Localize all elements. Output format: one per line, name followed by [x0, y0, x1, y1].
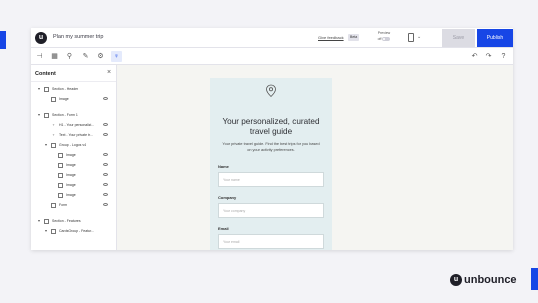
section-icon	[44, 86, 49, 92]
chevron-down-icon[interactable]: ⌄	[417, 34, 421, 40]
tree-item-label: Text - Your private tr...	[59, 133, 93, 137]
sitemap-icon[interactable]: ⚲	[64, 51, 75, 62]
brand-accent-bar-left	[0, 31, 6, 49]
help-icon[interactable]: ?	[498, 51, 509, 62]
builder-window: u Plan my summer trip Give feedback Beta…	[31, 28, 513, 250]
tree-item-h1[interactable]: T H1 - Your personalizi...	[31, 121, 116, 129]
tree-item-image[interactable]: Image	[31, 181, 116, 189]
company-label: Company	[218, 195, 237, 200]
image-icon	[58, 172, 63, 178]
tree-item-text[interactable]: T Text - Your private tr...	[31, 131, 116, 139]
chevron-down-icon[interactable]: ▾	[45, 141, 47, 149]
unbounce-logo-icon[interactable]: u	[35, 32, 47, 44]
preview-toggle[interactable]	[382, 37, 391, 42]
image-icon	[51, 96, 56, 102]
eye-icon[interactable]	[103, 133, 108, 136]
eye-icon[interactable]	[103, 203, 108, 206]
text-type-icon: T	[52, 122, 55, 127]
landing-subtitle[interactable]: Your private travel guide. Find the best…	[222, 141, 320, 153]
chevron-down-icon[interactable]: ▾	[45, 227, 47, 235]
tree-item-label: CardsGroup - Featur...	[59, 229, 95, 233]
landing-page-preview[interactable]: Your personalized, curated travel guide …	[210, 78, 332, 250]
layout-icon[interactable]: ▦	[49, 51, 60, 62]
tree-item-label: Section - Header	[52, 87, 79, 91]
editor-toolbar: ⊣ ▦ ⚲ ✎ ⚙ ♀ ↶ ↷ ?	[31, 48, 513, 65]
tree-item-image[interactable]: Image	[31, 151, 116, 159]
map-pin-icon	[266, 84, 276, 98]
content-panel: Content × ▾ Section - Header Image ▾ Sec…	[31, 65, 117, 250]
landing-headline[interactable]: Your personalized, curated travel guide	[216, 117, 326, 137]
tree-item-label: Image	[66, 183, 76, 187]
lightbulb-icon[interactable]: ♀	[111, 51, 122, 62]
eye-icon[interactable]	[103, 183, 108, 186]
name-label: Name	[218, 164, 229, 169]
email-field[interactable]: Your email	[218, 234, 324, 249]
mobile-device-icon[interactable]	[408, 33, 414, 42]
text-type-icon: T	[52, 132, 55, 137]
tree-item-label: H1 - Your personalizi...	[59, 123, 95, 127]
tree-item-image[interactable]: Image	[31, 191, 116, 199]
eye-icon[interactable]	[103, 173, 108, 176]
eye-icon[interactable]	[103, 163, 108, 166]
give-feedback-link[interactable]: Give feedback	[318, 35, 344, 40]
unbounce-logo-icon: u	[450, 274, 462, 286]
tree-item-label: Group - Logos v4	[59, 143, 87, 147]
tree-item-label: Image	[59, 97, 69, 101]
image-icon	[58, 182, 63, 188]
section-icon	[44, 112, 49, 118]
content-panel-title: Content	[35, 71, 56, 77]
tree-item-section-form[interactable]: ▾ Section - Form 1	[31, 111, 116, 119]
email-label: Email	[218, 226, 229, 231]
tree-item-section-header[interactable]: ▾ Section - Header	[31, 85, 116, 93]
image-icon	[58, 152, 63, 158]
brand-accent-bar-right	[531, 268, 538, 290]
undo-icon[interactable]: ↶	[469, 51, 480, 62]
group-icon	[51, 228, 56, 234]
image-icon	[58, 162, 63, 168]
tree-item-label: Image	[66, 173, 76, 177]
page-canvas[interactable]: Your personalized, curated travel guide …	[117, 65, 513, 250]
chevron-down-icon[interactable]: ▾	[38, 111, 40, 119]
tree-item-label: Image	[66, 163, 76, 167]
section-icon	[44, 218, 49, 224]
form-icon	[51, 202, 56, 208]
beta-badge: Beta	[348, 34, 360, 41]
tree-item-label: Section - Form 1	[52, 113, 78, 117]
eye-icon[interactable]	[103, 123, 108, 126]
company-field[interactable]: Your company	[218, 203, 324, 218]
close-icon[interactable]: ×	[107, 69, 111, 76]
tree-item-label: Image	[66, 193, 76, 197]
preview-control[interactable]: Preview off	[371, 31, 397, 45]
page-name[interactable]: Plan my summer trip	[53, 34, 103, 40]
image-icon	[58, 192, 63, 198]
tree-item-section-features[interactable]: ▾ Section - Features	[31, 217, 116, 225]
preview-state: off	[377, 37, 382, 41]
tree-item-label: Image	[66, 153, 76, 157]
save-button[interactable]: Save	[442, 29, 475, 47]
tree-item-image[interactable]: Image	[31, 161, 116, 169]
eye-icon[interactable]	[103, 193, 108, 196]
group-icon	[51, 142, 56, 148]
tree-item-cardsgroup[interactable]: ▾ CardsGroup - Featur...	[31, 227, 116, 235]
publish-button[interactable]: Publish	[477, 29, 513, 47]
tree-item-group-logos[interactable]: ▾ Group - Logos v4	[31, 141, 116, 149]
brand-name: unbounce	[464, 274, 517, 286]
panel-divider	[31, 81, 116, 82]
tree-item-form[interactable]: Form	[31, 201, 116, 209]
tree-item-image[interactable]: Image	[31, 95, 116, 103]
tree-item-label: Form	[59, 203, 68, 207]
tree-item-label: Section - Features	[52, 219, 81, 223]
style-icon[interactable]: ✎	[80, 51, 91, 62]
preview-toggle-row: off	[371, 36, 397, 42]
tree-item-image[interactable]: Image	[31, 171, 116, 179]
chevron-down-icon[interactable]: ▾	[38, 217, 40, 225]
redo-icon[interactable]: ↷	[483, 51, 494, 62]
settings-icon[interactable]: ⚙	[95, 51, 106, 62]
eye-icon[interactable]	[103, 153, 108, 156]
name-field[interactable]: Your name	[218, 172, 324, 187]
eye-icon[interactable]	[103, 97, 108, 100]
add-section-icon[interactable]: ⊣	[34, 51, 45, 62]
top-bar: u Plan my summer trip Give feedback Beta…	[31, 28, 513, 48]
chevron-down-icon[interactable]: ▾	[38, 85, 40, 93]
